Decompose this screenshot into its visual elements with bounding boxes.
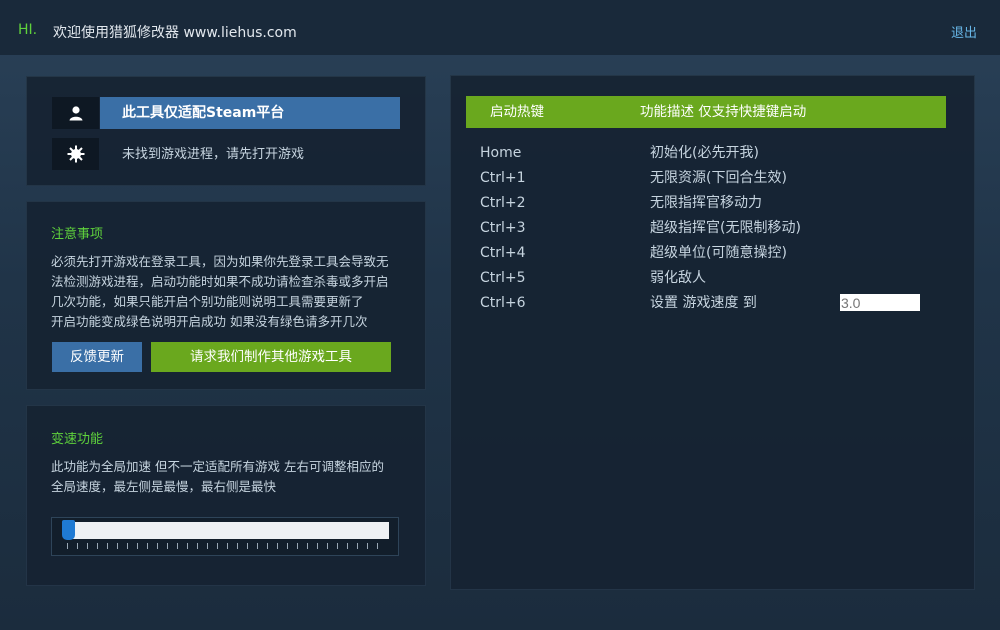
speed-line: 此功能为全局加速 但不一定适配所有游戏 左右可调整相应的 (51, 459, 384, 474)
hotkeys-panel: 启动热键 功能描述 仅支持快捷键启动 Home 初始化(必先开我) Ctrl+1… (450, 75, 975, 590)
hotkey-row[interactable]: Ctrl+5 弱化敌人 (451, 266, 931, 291)
hotkey-key: Home (480, 145, 522, 161)
game-speed-input[interactable] (840, 294, 920, 311)
hotkey-row[interactable]: Ctrl+2 无限指挥官移动力 (451, 191, 931, 216)
logout-link[interactable]: 退出 (951, 22, 977, 41)
hotkey-row[interactable]: Home 初始化(必先开我) (451, 141, 931, 166)
slider-ticks (67, 543, 385, 549)
hotkey-key: Ctrl+1 (480, 170, 526, 186)
hotkey-key: Ctrl+5 (480, 270, 526, 286)
hotkey-desc: 超级指挥官(无限制移动) (650, 220, 801, 236)
speed-line: 全局速度，最左侧是最慢，最右侧是最快 (51, 479, 277, 494)
hotkeys-header: 启动热键 功能描述 仅支持快捷键启动 (466, 96, 946, 128)
hotkey-key: Ctrl+6 (480, 295, 526, 311)
notice-line: 必须先打开游戏在登录工具，因为如果你先登录工具会导致无 (51, 254, 389, 269)
hotkey-row[interactable]: Ctrl+1 无限资源(下回合生效) (451, 166, 931, 191)
hotkey-key: Ctrl+2 (480, 195, 526, 211)
platform-panel: 此工具仅适配Steam平台 未找到游戏进程，请先打开游戏 (26, 76, 426, 186)
header-hotkey: 启动热键 (490, 104, 544, 120)
app-title: 欢迎使用猎狐修改器 www.liehus.com (53, 25, 297, 41)
process-status: 未找到游戏进程，请先打开游戏 (122, 147, 305, 162)
hotkey-key: Ctrl+3 (480, 220, 526, 236)
speed-slider[interactable] (51, 517, 399, 556)
hotkey-row[interactable]: Ctrl+4 超级单位(可随意操控) (451, 241, 931, 266)
notice-text: 必须先打开游戏在登录工具，因为如果你先登录工具会导致无 法检测游戏进程，启动功能… (51, 252, 411, 332)
hotkey-desc: 无限指挥官移动力 (650, 195, 762, 211)
feedback-button[interactable]: 反馈更新 (52, 342, 142, 372)
header-description: 功能描述 仅支持快捷键启动 (640, 104, 807, 120)
notice-line: 法检测游戏进程，启动功能时如果不成功请检查杀毒或多开启 (51, 274, 389, 289)
notice-line: 开启功能变成绿色说明开启成功 如果没有绿色请多开几次 (51, 314, 368, 329)
hotkey-row[interactable]: Ctrl+3 超级指挥官(无限制移动) (451, 216, 931, 241)
hotkey-desc: 初始化(必先开我) (650, 145, 759, 161)
platform-label: 此工具仅适配Steam平台 (100, 97, 400, 129)
user-icon (52, 97, 99, 129)
notice-line: 几次功能，如果只能开启个别功能则说明工具需要更新了 (51, 294, 364, 309)
speed-text: 此功能为全局加速 但不一定适配所有游戏 左右可调整相应的 全局速度，最左侧是最慢… (51, 457, 411, 497)
hotkey-key: Ctrl+4 (480, 245, 526, 261)
speed-title: 变速功能 (51, 432, 104, 447)
gear-icon (52, 138, 99, 170)
title-bar: HI. 欢迎使用猎狐修改器 www.liehus.com 退出 (0, 0, 1000, 55)
slider-track[interactable] (64, 522, 389, 539)
notice-panel: 注意事项 必须先打开游戏在登录工具，因为如果你先登录工具会导致无 法检测游戏进程… (26, 201, 426, 390)
speed-panel: 变速功能 此功能为全局加速 但不一定适配所有游戏 左右可调整相应的 全局速度，最… (26, 405, 426, 586)
notice-title: 注意事项 (51, 227, 104, 242)
greeting: HI. (18, 22, 38, 38)
slider-thumb[interactable] (62, 520, 75, 540)
hotkey-desc: 设置 游戏速度 到 (650, 295, 757, 311)
hotkey-desc: 超级单位(可随意操控) (650, 245, 787, 261)
hotkey-desc: 弱化敌人 (650, 270, 706, 286)
request-tool-button[interactable]: 请求我们制作其他游戏工具 (151, 342, 391, 372)
hotkey-desc: 无限资源(下回合生效) (650, 170, 787, 186)
